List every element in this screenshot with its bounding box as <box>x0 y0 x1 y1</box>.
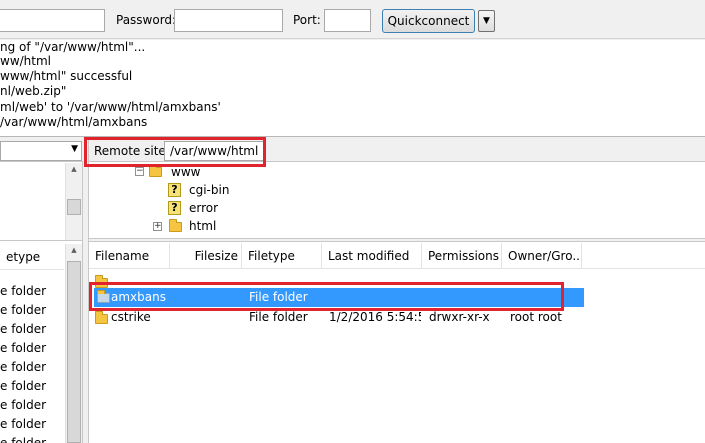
local-file-list: e folder e folder e folder e folder e fo… <box>0 270 64 443</box>
log-line: ng of "/var/www/html"... <box>0 40 146 54</box>
port-input[interactable] <box>324 9 371 32</box>
column-header-last-modified[interactable]: Last modified <box>322 243 422 269</box>
list-item[interactable]: e folder <box>0 396 46 415</box>
scrollbar-thumb[interactable] <box>67 199 81 215</box>
list-item[interactable]: e folder <box>0 358 46 377</box>
tree-item-cgi-bin[interactable]: cgi-bin <box>189 182 229 198</box>
list-item[interactable]: e folder <box>0 415 46 434</box>
password-label: Password: <box>116 13 177 27</box>
folder-icon <box>95 311 108 324</box>
local-site-bar: ▼ <box>0 140 83 162</box>
collapse-icon[interactable]: − <box>135 167 144 176</box>
expand-icon[interactable]: + <box>153 222 162 231</box>
folder-icon <box>97 290 110 303</box>
password-input[interactable] <box>174 9 283 32</box>
tree-item-www[interactable]: www <box>171 164 200 180</box>
list-item[interactable]: e folder <box>0 282 46 301</box>
column-header-filetype[interactable]: etype <box>0 244 64 270</box>
list-item[interactable]: e folder <box>0 320 46 339</box>
list-item[interactable]: e folder <box>0 434 46 443</box>
log-line: ml/web' to '/var/www/html/amxbans' <box>0 100 221 114</box>
quickconnect-dropdown-button[interactable]: ▼ <box>478 10 495 32</box>
list-item[interactable]: e folder <box>0 377 46 396</box>
folder-icon <box>95 275 108 288</box>
file-modified: 1/2/2016 5:54:5... <box>329 310 421 324</box>
remote-site-path-input[interactable]: /var/www/html <box>164 141 264 161</box>
local-list-scrollbar[interactable]: ▲ <box>65 244 82 443</box>
scroll-up-icon[interactable]: ▲ <box>66 165 82 173</box>
quickconnect-button[interactable]: Quickconnect <box>382 9 475 33</box>
scrollbar-thumb[interactable] <box>67 261 81 443</box>
pane-divider[interactable] <box>89 238 705 242</box>
tree-item-html[interactable]: html <box>189 218 216 234</box>
table-row-selected[interactable]: amxbans File folder <box>94 288 584 307</box>
question-icon: ? <box>168 201 181 215</box>
list-item[interactable]: e folder <box>0 301 46 320</box>
file-name: amxbans <box>111 290 166 304</box>
file-name: cstrike <box>111 310 151 324</box>
column-header-filesize[interactable]: Filesize <box>170 243 242 269</box>
log-line: ww/html <box>0 54 52 68</box>
local-tree-scrollbar[interactable]: ▲ <box>65 163 82 240</box>
column-header-filename[interactable]: Filename <box>89 243 170 269</box>
chevron-down-icon: ▼ <box>71 144 78 154</box>
quickconnect-bar: Password: Port: Quickconnect ▼ <box>0 0 705 39</box>
port-label: Port: <box>293 13 321 27</box>
remote-file-list: Filename Filesize Filetype Last modified… <box>89 243 705 443</box>
log-line: /var/www/html/amxbans <box>0 115 148 129</box>
column-header-owner-group[interactable]: Owner/Gro... <box>502 243 582 269</box>
tree-item-error[interactable]: error <box>189 200 218 216</box>
column-header-filetype[interactable]: Filetype <box>242 243 322 269</box>
remote-pane: Remote site: /var/www/html − www ? cgi-b… <box>88 140 705 443</box>
log-line: nl/web.zip" <box>0 84 67 98</box>
message-log: ng of "/var/www/html"... ww/html www/htm… <box>0 40 705 137</box>
remote-site-bar: Remote site: /var/www/html <box>89 140 705 162</box>
file-type: File folder <box>249 290 308 304</box>
column-header-permissions[interactable]: Permissions <box>422 243 502 269</box>
folder-icon <box>169 219 182 232</box>
folder-icon <box>149 164 162 177</box>
remote-directory-tree: − www ? cgi-bin ? error + html <box>89 163 705 238</box>
file-type: File folder <box>249 310 308 324</box>
scroll-up-icon[interactable]: ▲ <box>66 246 82 254</box>
local-site-dropdown[interactable]: ▼ <box>0 141 82 161</box>
log-line: www/html" successful <box>0 69 133 83</box>
list-item[interactable]: e folder <box>0 339 46 358</box>
file-permissions: drwxr-xr-x <box>429 310 490 324</box>
table-row[interactable]: cstrike File folder 1/2/2016 5:54:5... d… <box>89 308 585 327</box>
file-owner-group: root root <box>510 310 562 324</box>
question-icon: ? <box>168 183 181 197</box>
username-input[interactable] <box>0 9 105 32</box>
local-pane: ▼ ▲ etype e folder e folder e folder e f… <box>0 140 83 443</box>
remote-site-label: Remote site: <box>94 144 170 158</box>
